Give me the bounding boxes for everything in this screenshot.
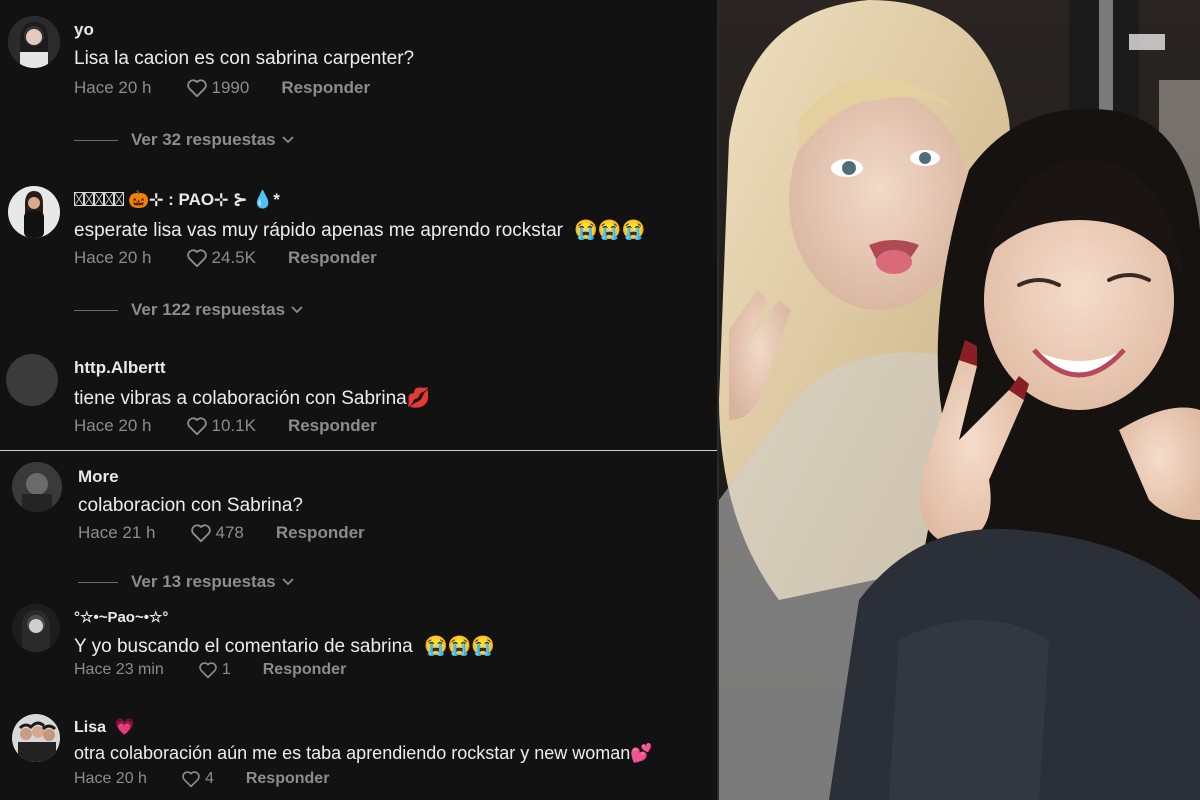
chevron-down-icon xyxy=(291,306,303,314)
comment-text: Y yo buscando el comentario de sabrina 😭… xyxy=(74,634,495,658)
like-button[interactable]: 10.1K xyxy=(186,416,256,436)
comment-time: Hace 21 h xyxy=(78,523,156,542)
comment-text: colaboracion con Sabrina? xyxy=(78,495,303,516)
like-button[interactable]: 1 xyxy=(198,661,231,679)
comment-text-body: tiene vibras a colaboración con Sabrina xyxy=(74,388,407,409)
avatar[interactable] xyxy=(6,354,58,406)
view-replies-button[interactable]: Ver 122 respuestas xyxy=(74,300,303,320)
comment-username[interactable]: More xyxy=(78,467,119,487)
view-replies-button[interactable]: Ver 13 respuestas xyxy=(78,572,294,592)
two-hearts-emoji: 💕 xyxy=(630,743,653,763)
like-button[interactable]: 24.5K xyxy=(186,248,256,268)
heart-outline-icon xyxy=(186,417,207,436)
selfie-photo xyxy=(719,0,1200,800)
comment-text: Lisa la cacion es con sabrina carpenter? xyxy=(74,48,415,69)
comment-text-body: otra colaboración aún me es taba aprendi… xyxy=(74,743,631,763)
comment-meta: Hace 20 h 10.1K Responder xyxy=(74,416,377,436)
like-count: 478 xyxy=(215,523,244,542)
avatar[interactable] xyxy=(8,186,60,238)
reply-button[interactable]: Responder xyxy=(288,248,377,268)
comment-text-body: esperate lisa vas muy rápido apenas me a… xyxy=(74,220,563,241)
crying-emoji: 😭😭😭 xyxy=(574,220,646,241)
like-button[interactable]: 4 xyxy=(181,770,214,788)
avatar[interactable] xyxy=(12,462,62,512)
comment-username[interactable]: Lisa 💗 xyxy=(74,717,134,737)
comments-panel: yo Lisa la cacion es con sabrina carpent… xyxy=(0,0,717,800)
comment-text-body: Y yo buscando el comentario de sabrina xyxy=(74,636,413,657)
chevron-down-icon xyxy=(281,136,294,144)
unsupported-glyph-icon xyxy=(74,192,124,206)
comment-text: otra colaboración aún me es taba aprendi… xyxy=(74,743,653,764)
comment-time: Hace 20 h xyxy=(74,770,147,787)
comment-username[interactable]: http.Albertt xyxy=(74,358,166,378)
like-button[interactable]: 478 xyxy=(190,523,244,543)
like-button[interactable]: 1990 xyxy=(186,78,250,98)
like-count: 1990 xyxy=(211,78,250,97)
comment-username[interactable]: °☆•~Pao~•☆° xyxy=(74,608,168,626)
heart-outline-icon xyxy=(186,79,207,98)
comment-time: Hace 23 min xyxy=(74,661,164,678)
avatar[interactable] xyxy=(12,604,60,652)
avatar[interactable] xyxy=(12,714,60,762)
comment-text: esperate lisa vas muy rápido apenas me a… xyxy=(74,218,645,242)
comment-meta: Hace 21 h 478 Responder xyxy=(78,523,365,543)
heart-emoji: 💗 xyxy=(114,719,135,736)
reply-button[interactable]: Responder xyxy=(263,661,347,679)
reply-button[interactable]: Responder xyxy=(246,770,330,788)
heart-outline-icon xyxy=(182,771,200,788)
like-count: 1 xyxy=(221,661,231,678)
section-divider xyxy=(0,450,717,451)
like-count: 24.5K xyxy=(211,248,256,267)
comment-text: tiene vibras a colaboración con Sabrina💋 xyxy=(74,386,430,410)
view-replies-label: Ver 32 respuestas xyxy=(131,130,276,149)
heart-outline-icon xyxy=(199,662,217,679)
view-replies-label: Ver 13 respuestas xyxy=(131,572,276,591)
view-replies-button[interactable]: Ver 32 respuestas xyxy=(74,130,294,150)
divider xyxy=(74,139,118,141)
comment-time: Hace 20 h xyxy=(74,78,152,97)
divider xyxy=(74,309,118,311)
like-count: 4 xyxy=(204,770,214,787)
comment-time: Hace 20 h xyxy=(74,248,152,267)
username-text: 🎃⊹ : PAO⊹ ⊱ 💧* xyxy=(128,190,280,209)
avatar[interactable] xyxy=(8,16,60,68)
crying-emoji: 😭😭😭 xyxy=(423,636,495,657)
chevron-down-icon xyxy=(281,578,294,586)
comment-time: Hace 20 h xyxy=(74,416,152,435)
comment-meta: Hace 23 min 1 Responder xyxy=(74,661,346,679)
like-count: 10.1K xyxy=(211,416,256,435)
comment-meta: Hace 20 h 24.5K Responder xyxy=(74,248,377,268)
divider xyxy=(78,581,118,583)
view-replies-label: Ver 122 respuestas xyxy=(131,300,286,319)
comment-username[interactable]: yo xyxy=(74,20,94,40)
comment-meta: Hace 20 h 1990 Responder xyxy=(74,78,370,98)
comment-meta: Hace 20 h 4 Responder xyxy=(74,770,329,788)
reply-button[interactable]: Responder xyxy=(281,78,370,98)
username-text: Lisa xyxy=(74,719,107,736)
heart-outline-icon xyxy=(190,524,211,543)
heart-outline-icon xyxy=(186,249,207,268)
kiss-emoji: 💋 xyxy=(406,388,431,409)
reply-button[interactable]: Responder xyxy=(276,523,365,543)
reply-button[interactable]: Responder xyxy=(288,416,377,436)
comment-username[interactable]: 🎃⊹ : PAO⊹ ⊱ 💧* xyxy=(74,190,280,210)
